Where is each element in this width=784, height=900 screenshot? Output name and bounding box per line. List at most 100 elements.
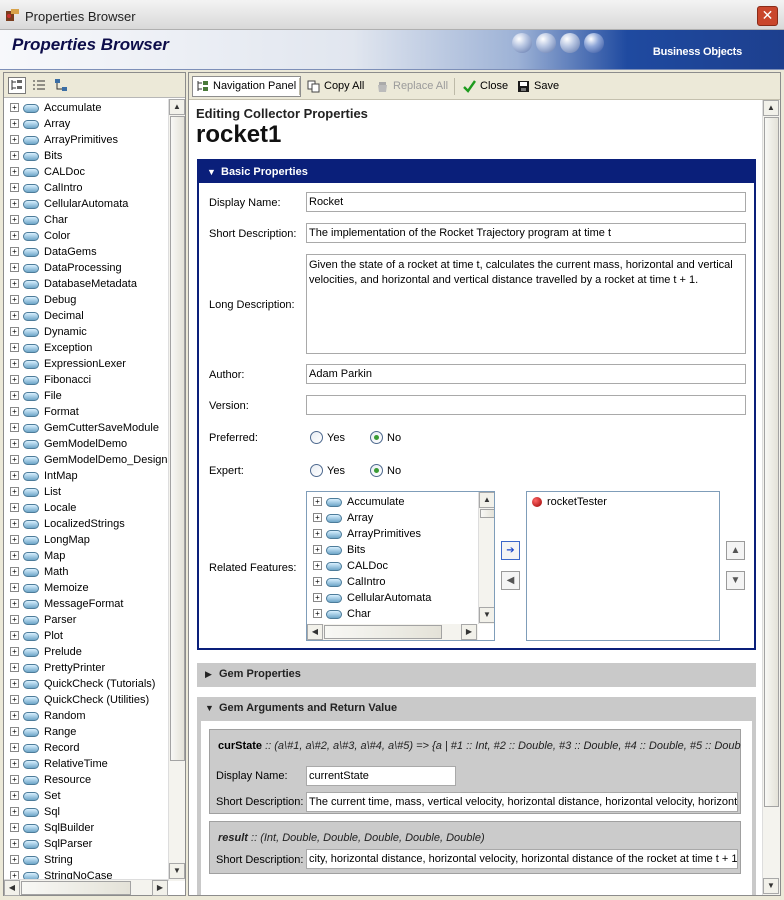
tree-item[interactable]: + String [4, 852, 168, 868]
expand-node-icon[interactable]: + [10, 119, 19, 128]
tree-item[interactable]: + File [4, 388, 168, 404]
replace-all-button[interactable]: Replace All [372, 76, 453, 97]
gem-properties-header[interactable]: ▶ Gem Properties [197, 663, 756, 685]
scroll-right-icon[interactable]: ▶ [461, 624, 477, 640]
expand-node-icon[interactable]: + [10, 375, 19, 384]
tree-item[interactable]: + ArrayPrimitives [4, 132, 168, 148]
scroll-left-icon[interactable]: ◀ [4, 880, 20, 896]
expand-node-icon[interactable]: + [10, 775, 19, 784]
tree-item[interactable]: + DatabaseMetadata [4, 276, 168, 292]
move-down-button[interactable]: ▼ [726, 571, 745, 590]
expand-node-icon[interactable]: + [10, 551, 19, 560]
expand-node-icon[interactable]: + [313, 609, 322, 618]
expand-node-icon[interactable]: + [10, 391, 19, 400]
expand-node-icon[interactable]: + [10, 311, 19, 320]
add-feature-button[interactable]: ➔ [501, 541, 520, 560]
properties-vscrollbar[interactable]: ▲ ▼ [762, 100, 780, 895]
expand-node-icon[interactable]: + [10, 663, 19, 672]
expand-node-icon[interactable]: + [313, 513, 322, 522]
tree-item[interactable]: + CALDoc [307, 558, 477, 574]
scroll-up-icon[interactable]: ▲ [479, 492, 494, 508]
tree-item[interactable]: + Exception [4, 340, 168, 356]
expand-node-icon[interactable]: + [10, 647, 19, 656]
expand-node-icon[interactable]: + [10, 359, 19, 368]
module-tree-hscrollbar[interactable]: ◀ ▶ [4, 879, 168, 896]
expand-node-icon[interactable]: + [10, 631, 19, 640]
short-description-field[interactable]: The implementation of the Rocket Traject… [306, 223, 746, 243]
tree-item[interactable]: + RelativeTime [4, 756, 168, 772]
selected-feature-item[interactable]: rocketTester [527, 494, 717, 510]
collapse-triangle-icon[interactable]: ▼ [205, 697, 214, 719]
expand-node-icon[interactable]: + [10, 183, 19, 192]
tree-item[interactable]: + Debug [4, 292, 168, 308]
tree-item[interactable]: + MessageFormat [4, 596, 168, 612]
tree-item[interactable]: + Fibonacci [4, 372, 168, 388]
expand-node-icon[interactable]: + [10, 855, 19, 864]
scroll-down-icon[interactable]: ▼ [169, 863, 185, 879]
tree-view-icon[interactable] [8, 77, 26, 94]
tree-item[interactable]: + Decimal [4, 308, 168, 324]
tree-item[interactable]: + SqlBuilder [4, 820, 168, 836]
tree-item[interactable]: + Locale [4, 500, 168, 516]
tree-item[interactable]: + ExpressionLexer [4, 356, 168, 372]
tree-item[interactable]: + CellularAutomata [4, 196, 168, 212]
tree-item[interactable]: + Math [4, 564, 168, 580]
tree-item[interactable]: + Parser [4, 612, 168, 628]
selected-features-list[interactable]: rocketTester [526, 491, 720, 641]
tree-item[interactable]: + Bits [4, 148, 168, 164]
tree-item[interactable]: + Format [4, 404, 168, 420]
tree-item[interactable]: + Sql [4, 804, 168, 820]
list-view-icon[interactable] [30, 77, 48, 94]
tree-item[interactable]: + CellularAutomata [307, 590, 477, 606]
save-button[interactable]: Save [513, 76, 564, 97]
tree-item[interactable]: + Bits [307, 542, 477, 558]
scroll-thumb[interactable] [480, 509, 494, 518]
window-close-button[interactable]: ✕ [757, 6, 778, 26]
scroll-thumb[interactable] [324, 625, 442, 639]
expand-node-icon[interactable]: + [10, 695, 19, 704]
preferred-yes-radio[interactable] [310, 431, 323, 444]
scroll-down-icon[interactable]: ▼ [763, 878, 779, 894]
expand-node-icon[interactable]: + [10, 823, 19, 832]
expand-node-icon[interactable]: + [313, 497, 322, 506]
tree-item[interactable]: + QuickCheck (Utilities) [4, 692, 168, 708]
author-field[interactable]: Adam Parkin [306, 364, 746, 384]
tree-item[interactable]: + LocalizedStrings [4, 516, 168, 532]
scroll-left-icon[interactable]: ◀ [307, 624, 323, 640]
tree-item[interactable]: + Prelude [4, 644, 168, 660]
tree-item[interactable]: + Plot [4, 628, 168, 644]
expand-node-icon[interactable]: + [10, 599, 19, 608]
expand-node-icon[interactable]: + [10, 167, 19, 176]
expand-node-icon[interactable]: + [10, 711, 19, 720]
tree-item[interactable]: + Map [4, 548, 168, 564]
expand-node-icon[interactable]: + [10, 807, 19, 816]
expand-node-icon[interactable]: + [10, 215, 19, 224]
tree-item[interactable]: + SqlParser [4, 836, 168, 852]
tree-item[interactable]: + List [4, 484, 168, 500]
close-button[interactable]: Close [459, 76, 513, 97]
expand-node-icon[interactable]: + [10, 615, 19, 624]
tree-item[interactable]: + Resource [4, 772, 168, 788]
tree-item[interactable]: + Array [307, 510, 477, 526]
tree-item[interactable]: + Char [307, 606, 477, 622]
module-tree[interactable]: + Accumulate + Array + ArrayPrimitives + Bits + C… [4, 100, 168, 894]
expand-node-icon[interactable]: + [10, 135, 19, 144]
expand-node-icon[interactable]: + [313, 529, 322, 538]
expand-node-icon[interactable]: + [10, 839, 19, 848]
tree-item[interactable]: + Dynamic [4, 324, 168, 340]
move-up-button[interactable]: ▲ [726, 541, 745, 560]
tree-item[interactable]: + Char [4, 212, 168, 228]
expand-node-icon[interactable]: + [10, 279, 19, 288]
tree-item[interactable]: + Set [4, 788, 168, 804]
expand-node-icon[interactable]: + [10, 263, 19, 272]
scroll-up-icon[interactable]: ▲ [169, 99, 185, 115]
expand-node-icon[interactable]: + [10, 295, 19, 304]
tree-item[interactable]: + Record [4, 740, 168, 756]
tree-item[interactable]: + Range [4, 724, 168, 740]
long-description-field[interactable]: Given the state of a rocket at time t, c… [306, 254, 746, 354]
expand-triangle-icon[interactable]: ▶ [205, 663, 212, 685]
tree-item[interactable]: + Memoize [4, 580, 168, 596]
tree-item[interactable]: + CalIntro [4, 180, 168, 196]
tree-item[interactable]: + Random [4, 708, 168, 724]
expand-node-icon[interactable]: + [10, 439, 19, 448]
